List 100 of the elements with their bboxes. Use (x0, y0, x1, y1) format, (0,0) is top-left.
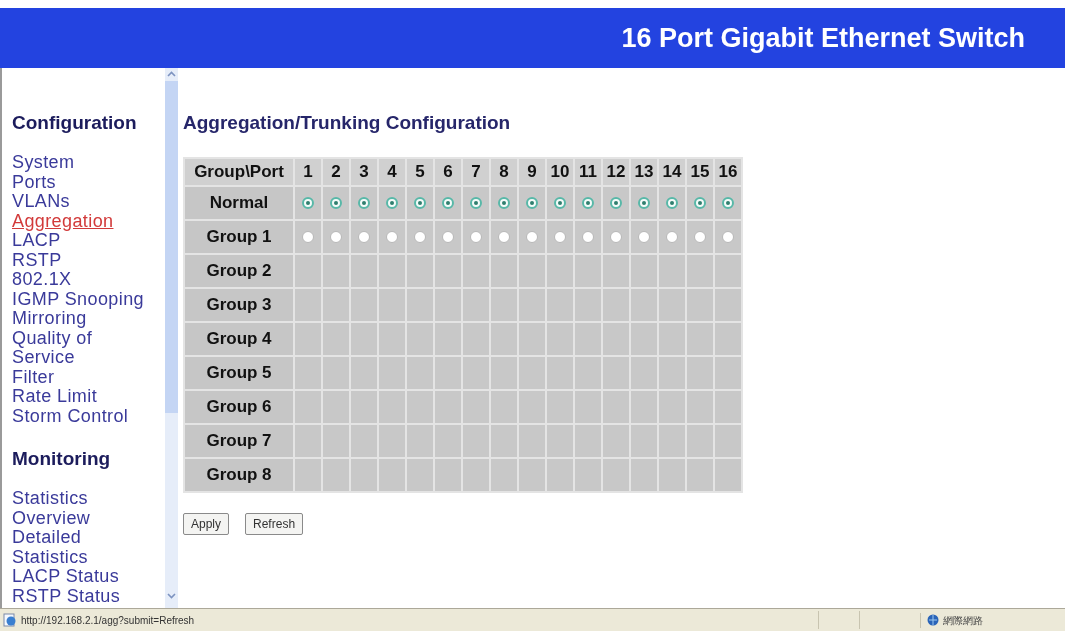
nav-link[interactable]: Quality of Service (12, 328, 152, 368)
column-header: 5 (407, 159, 433, 185)
radio-button[interactable] (694, 231, 706, 243)
radio-button[interactable] (498, 231, 510, 243)
radio-button[interactable] (694, 197, 706, 209)
table-cell (463, 391, 489, 423)
table-cell (351, 357, 377, 389)
radio-button[interactable] (386, 197, 398, 209)
table-cell (491, 289, 517, 321)
table-cell (631, 255, 657, 287)
row-label: Group 4 (185, 323, 293, 355)
table-cell (575, 459, 601, 491)
radio-button[interactable] (722, 231, 734, 243)
nav-link[interactable]: RSTP Status (12, 586, 121, 606)
column-header: 12 (603, 159, 629, 185)
table-cell (295, 255, 321, 287)
table-cell (575, 323, 601, 355)
nav-link[interactable]: VLANs (12, 192, 71, 212)
radio-button[interactable] (554, 197, 566, 209)
nav-link[interactable]: RSTP (12, 250, 62, 270)
nav-link[interactable]: Aggregation (12, 211, 114, 231)
page-title: Aggregation/Trunking Configuration (183, 112, 512, 134)
table-cell (295, 323, 321, 355)
nav-link[interactable]: 802.1X (12, 270, 72, 290)
table-cell (659, 459, 685, 491)
nav-link[interactable]: System (12, 153, 75, 173)
radio-button[interactable] (302, 197, 314, 209)
table-cell (575, 425, 601, 457)
column-header: 16 (715, 159, 741, 185)
table-cell (715, 255, 741, 287)
status-url: http://192.168.2.1/agg?submit=Refresh (21, 613, 195, 628)
radio-button[interactable] (610, 231, 622, 243)
table-cell (603, 289, 629, 321)
table-cell (463, 357, 489, 389)
table-cell (547, 425, 573, 457)
table-cell (351, 425, 377, 457)
radio-button[interactable] (330, 197, 342, 209)
table-cell (519, 255, 545, 287)
table-cell (435, 391, 461, 423)
nav-link[interactable]: Rate Limit (12, 387, 98, 407)
table-cell (379, 357, 405, 389)
nav-link[interactable]: Filter (12, 367, 55, 387)
nav-link[interactable]: IGMP Snooping (12, 289, 144, 309)
table-cell (547, 459, 573, 491)
table-cell (603, 425, 629, 457)
radio-button[interactable] (582, 197, 594, 209)
radio-button[interactable] (470, 197, 482, 209)
table-cell (687, 255, 713, 287)
table-cell (715, 425, 741, 457)
radio-button[interactable] (498, 197, 510, 209)
scrollbar-thumb[interactable] (165, 81, 178, 413)
column-header: 9 (519, 159, 545, 185)
nav-link[interactable]: Statistics Overview (12, 489, 152, 528)
radio-button[interactable] (414, 231, 426, 243)
radio-button[interactable] (666, 231, 678, 243)
radio-button[interactable] (302, 231, 314, 243)
globe-icon (927, 614, 939, 626)
form-button[interactable]: Apply (183, 513, 230, 535)
nav-link[interactable]: Ports (12, 172, 56, 192)
radio-button[interactable] (442, 197, 454, 209)
radio-button[interactable] (526, 197, 538, 209)
radio-button[interactable] (414, 197, 426, 209)
table-cell (659, 391, 685, 423)
column-header: 7 (463, 159, 489, 185)
column-header: 14 (659, 159, 685, 185)
table-cell (435, 425, 461, 457)
table-cell (687, 425, 713, 457)
radio-button[interactable] (386, 231, 398, 243)
radio-button[interactable] (470, 231, 482, 243)
table-cell (323, 289, 349, 321)
table-cell (491, 391, 517, 423)
table-cell (603, 459, 629, 491)
table-cell (659, 425, 685, 457)
radio-button[interactable] (330, 231, 342, 243)
radio-button[interactable] (722, 197, 734, 209)
nav-link[interactable]: LACP (12, 231, 61, 251)
radio-button[interactable] (638, 197, 650, 209)
radio-button[interactable] (666, 197, 678, 209)
radio-button[interactable] (610, 197, 622, 209)
table-cell (351, 391, 377, 423)
table-cell (715, 323, 741, 355)
radio-button[interactable] (638, 231, 650, 243)
header-title: 16 Port Gigabit Ethernet Switch (621, 21, 1025, 55)
radio-button[interactable] (442, 231, 454, 243)
radio-button[interactable] (358, 197, 370, 209)
nav-link[interactable]: Storm Control (12, 406, 129, 426)
form-button[interactable]: Refresh (245, 513, 304, 535)
radio-button[interactable] (526, 231, 538, 243)
radio-button[interactable] (358, 231, 370, 243)
table-cell (659, 357, 685, 389)
table-cell (491, 323, 517, 355)
scrollbar[interactable] (165, 68, 178, 608)
radio-button[interactable] (582, 231, 594, 243)
nav-link[interactable]: Mirroring (12, 309, 87, 329)
nav-link[interactable]: Detailed Statistics (12, 528, 152, 567)
nav-link[interactable]: LACP Status (12, 567, 120, 587)
table-cell (323, 323, 349, 355)
radio-button[interactable] (554, 231, 566, 243)
table-cell (687, 323, 713, 355)
table-cell (603, 323, 629, 355)
